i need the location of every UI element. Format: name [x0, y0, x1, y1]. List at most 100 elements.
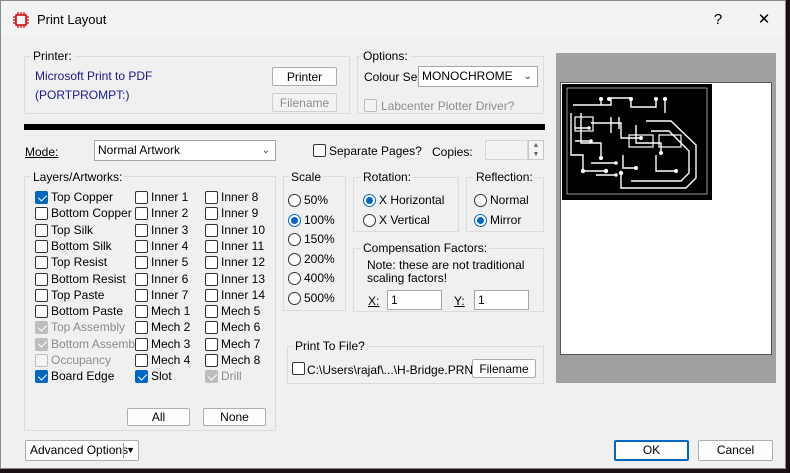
scale-100-radio[interactable]	[288, 213, 301, 227]
compensation-note-line-1: Note: these are not traditional	[367, 258, 525, 272]
reflection-normal-label: Normal	[490, 193, 529, 207]
layer-inner-13-checkbox[interactable]	[205, 272, 218, 286]
layer-inner-9-label: Inner 9	[221, 206, 259, 221]
layer-inner-8-checkbox[interactable]	[205, 191, 218, 204]
layer-mech-6-checkbox[interactable]	[205, 321, 218, 335]
scale-500-label: 500%	[304, 291, 335, 305]
layer-inner-6-label: Inner 6	[151, 271, 189, 286]
none-button[interactable]: None	[203, 408, 266, 426]
layer-top-silk-checkbox[interactable]	[35, 223, 48, 237]
layer-inner-5-checkbox[interactable]	[135, 256, 148, 270]
layer-top-resist-checkbox[interactable]	[35, 256, 48, 270]
layers-group-label: Layers/Artworks:	[31, 170, 125, 184]
layer-inner-4-checkbox[interactable]	[135, 239, 148, 253]
reflection-normal-radio[interactable]	[474, 194, 487, 207]
chevron-down-icon: ⌄	[523, 71, 532, 82]
scale-500-radio[interactable]	[288, 292, 301, 305]
ok-button[interactable]: OK	[614, 440, 689, 461]
copies-input[interactable]	[485, 140, 528, 160]
layer-inner-6-checkbox[interactable]	[135, 272, 148, 286]
layer-top-copper-label: Top Copper	[51, 190, 114, 204]
layer-bottom-copper-label: Bottom Copper	[51, 206, 132, 221]
reflection-mirror-radio[interactable]	[474, 214, 487, 227]
layer-top-paste-label: Top Paste	[51, 287, 105, 302]
layer-slot-checkbox[interactable]	[135, 370, 148, 384]
all-button[interactable]: All	[127, 408, 190, 426]
printer-name: Microsoft Print to PDF	[35, 69, 153, 83]
layer-inner-7-label: Inner 7	[151, 287, 189, 302]
layer-mech-4-checkbox[interactable]	[135, 354, 148, 367]
layer-top-copper-checkbox[interactable]	[35, 191, 48, 204]
rotation-x-vertical-label: X Vertical	[379, 213, 430, 227]
help-button[interactable]: ?	[705, 9, 731, 31]
layer-mech-6-label: Mech 6	[221, 320, 261, 335]
scale-200-radio[interactable]	[288, 252, 301, 266]
pcb-artwork-preview	[562, 84, 712, 200]
colour-set-select[interactable]: MONOCHROME ⌄	[418, 66, 538, 87]
layer-board-edge-checkbox[interactable]	[35, 370, 48, 384]
cancel-button[interactable]: Cancel	[698, 440, 773, 461]
options-group-label: Options:	[361, 49, 410, 63]
colour-set-label: Colour Set:	[364, 70, 425, 84]
close-button[interactable]: ✕	[751, 9, 777, 31]
print-to-file-checkbox[interactable]	[292, 362, 305, 375]
layer-bottom-resist-checkbox[interactable]	[35, 272, 48, 286]
scale-200-label: 200%	[304, 251, 335, 266]
layer-drill-label: Drill	[221, 369, 242, 384]
layer-mech-8-checkbox[interactable]	[205, 354, 218, 367]
mode-select[interactable]: Normal Artwork ⌄	[94, 140, 276, 161]
copies-label: Copies:	[432, 145, 473, 159]
layer-drill-checkbox[interactable]	[205, 370, 218, 384]
colour-set-value: MONOCHROME	[422, 69, 513, 83]
layer-mech-7-checkbox[interactable]	[205, 337, 218, 351]
layer-bottom-silk-checkbox[interactable]	[35, 239, 48, 253]
separate-pages-label: Separate Pages?	[329, 144, 422, 158]
plotter-driver-checkbox[interactable]	[364, 99, 377, 112]
layer-mech-1-checkbox[interactable]	[135, 305, 148, 319]
y-factor-input[interactable]: 1	[474, 290, 529, 310]
separate-pages-checkbox[interactable]	[313, 144, 326, 157]
copies-spinner[interactable]: ▲ ▼	[528, 140, 544, 160]
layer-mech-5-checkbox[interactable]	[205, 305, 218, 319]
print-file-filename-button[interactable]: Filename	[472, 359, 536, 378]
layer-top-assembly-checkbox[interactable]	[35, 321, 48, 335]
rotation-x-vertical-radio[interactable]	[363, 214, 376, 227]
advanced-options-button[interactable]: Advanced Options ▼	[25, 440, 139, 461]
layer-inner-9-checkbox[interactable]	[205, 207, 218, 221]
printer-button[interactable]: Printer	[272, 67, 337, 86]
mode-value: Normal Artwork	[98, 143, 181, 157]
rotation-x-horizontal-radio[interactable]	[363, 194, 376, 207]
printer-group-label: Printer:	[31, 49, 74, 63]
layer-inner-3-checkbox[interactable]	[135, 223, 148, 237]
print-to-file-label: Print To File?	[293, 339, 367, 353]
scale-50-radio[interactable]	[288, 194, 301, 207]
layer-bottom-paste-label: Bottom Paste	[51, 304, 124, 319]
scale-group-label: Scale	[289, 170, 324, 184]
layer-mech-2-checkbox[interactable]	[135, 321, 148, 335]
layer-inner-11-checkbox[interactable]	[205, 239, 218, 253]
layer-mech-4-label: Mech 4	[151, 353, 191, 367]
layer-mech-1-label: Mech 1	[151, 304, 191, 319]
layer-bottom-paste-checkbox[interactable]	[35, 305, 48, 319]
layer-inner-13-label: Inner 13	[221, 271, 266, 286]
layer-inner-2-checkbox[interactable]	[135, 207, 148, 221]
layer-inner-10-checkbox[interactable]	[205, 223, 218, 237]
chip-icon	[13, 12, 29, 28]
filename-button-disabled[interactable]: Filename	[272, 93, 337, 112]
layer-inner-14-label: Inner 14	[221, 287, 266, 302]
layer-bottom-assembly-checkbox[interactable]	[35, 337, 48, 351]
compensation-note-line-2: scaling factors!	[367, 271, 448, 285]
layer-top-assembly-label: Top Assembly	[51, 320, 126, 335]
layer-bottom-copper-checkbox[interactable]	[35, 207, 48, 221]
layer-mech-3-checkbox[interactable]	[135, 337, 148, 351]
layer-occupancy-checkbox[interactable]	[35, 354, 48, 367]
layer-bottom-resist-label: Bottom Resist	[51, 271, 126, 286]
layer-inner-7-checkbox[interactable]	[135, 288, 148, 302]
layer-inner-1-checkbox[interactable]	[135, 191, 148, 204]
layer-inner-14-checkbox[interactable]	[205, 288, 218, 302]
scale-400-label: 400%	[304, 271, 335, 286]
layer-inner-12-checkbox[interactable]	[205, 256, 218, 270]
layer-top-paste-checkbox[interactable]	[35, 288, 48, 302]
layer-top-silk-label: Top Silk	[51, 222, 94, 237]
x-factor-input[interactable]: 1	[387, 290, 442, 310]
